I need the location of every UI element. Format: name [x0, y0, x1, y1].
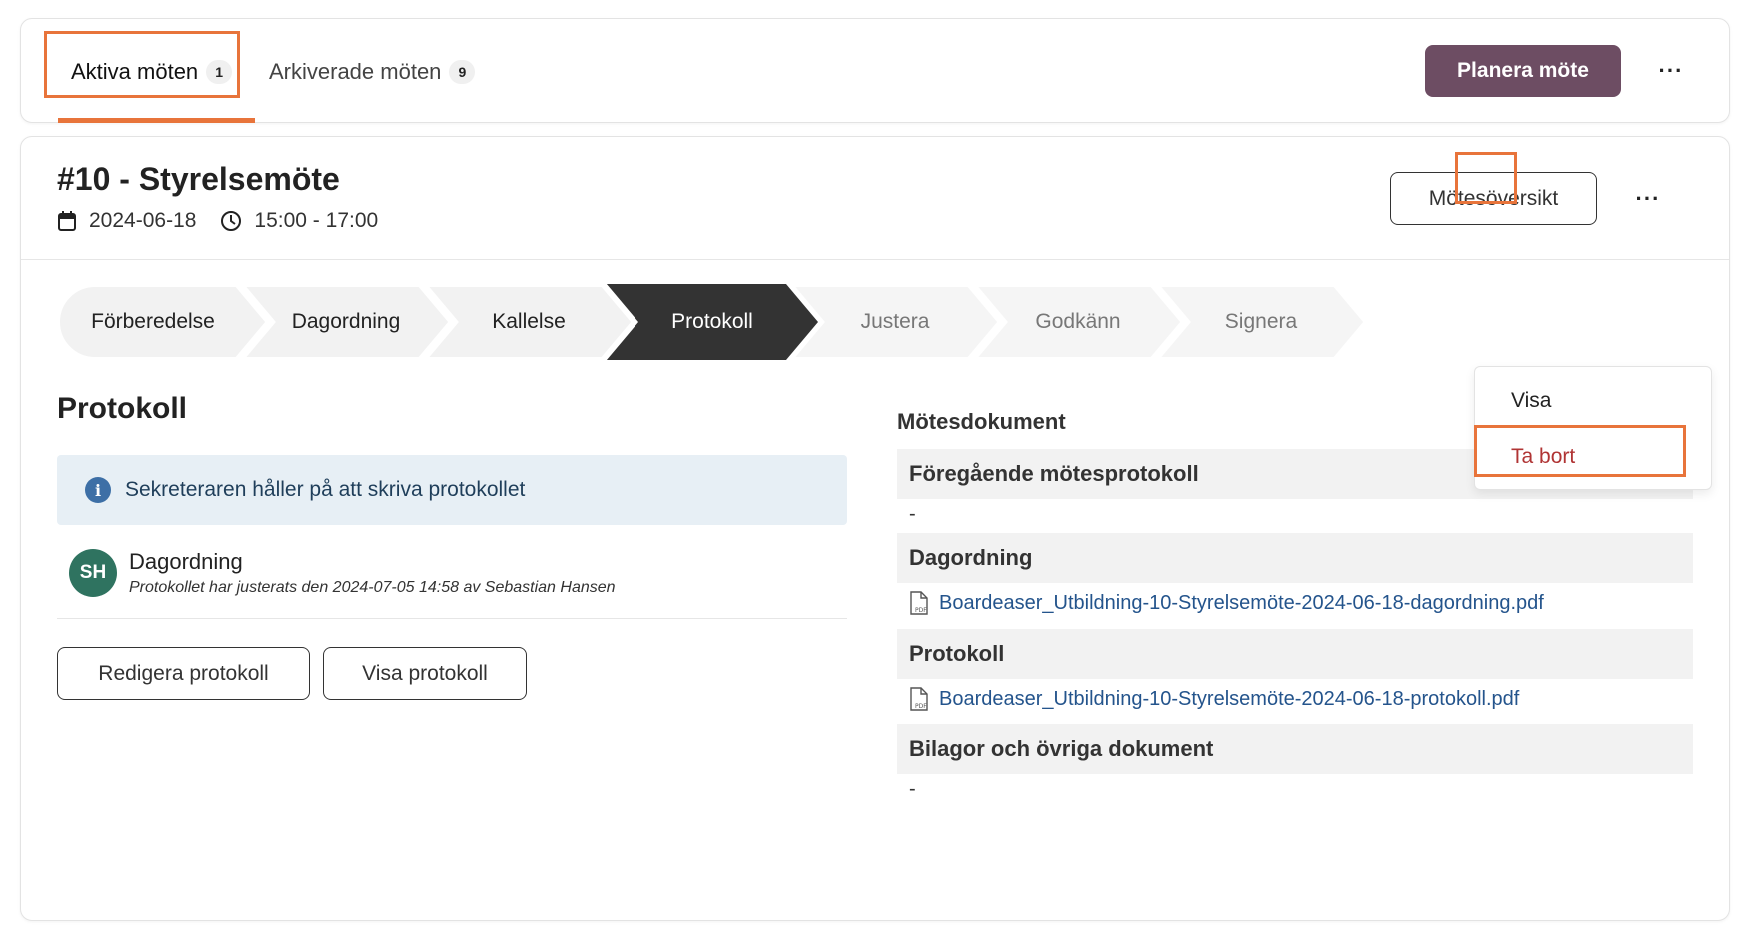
protocol-entry: SH Dagordning Protokollet har justerats …: [57, 541, 847, 619]
edit-protocol-button[interactable]: Redigera protokoll: [57, 647, 310, 700]
info-banner: i Sekreteraren håller på att skriva prot…: [57, 455, 847, 525]
tab-label: Arkiverade möten: [269, 58, 442, 84]
step-label: Signera: [1224, 310, 1298, 333]
step-label: Justera: [860, 310, 930, 333]
clock-icon: [221, 211, 242, 231]
doc-empty: -: [909, 503, 916, 525]
meeting-date: 2024-06-18: [89, 209, 197, 232]
count-badge: 1: [206, 59, 233, 84]
tab-active-meetings[interactable]: Aktiva möten 1: [71, 19, 233, 124]
tab-archived-meetings[interactable]: Arkiverade möten 9: [269, 19, 476, 124]
plan-meeting-button[interactable]: Planera möte: [1425, 45, 1621, 97]
step-justera[interactable]: Justera: [789, 284, 1001, 360]
svg-text:PDF: PDF: [915, 607, 927, 614]
doc-link-protocol[interactable]: PDF Boardeaser_Utbildning-10-Styrelsemöt…: [909, 687, 1519, 711]
doc-link-agenda[interactable]: PDF Boardeaser_Utbildning-10-Styrelsemöt…: [909, 591, 1544, 615]
step-label: Dagordning: [291, 310, 401, 333]
documents-title: Mötesdokument: [897, 409, 1066, 434]
step-kallelse[interactable]: Kallelse: [423, 284, 635, 360]
section-title: Protokoll: [57, 392, 188, 425]
active-tab-indicator: [58, 118, 255, 123]
step-label: Protokoll: [671, 310, 753, 333]
meeting-card: #10 - Styrelsemöte 2024-06-18 15:00 - 17…: [20, 136, 1730, 921]
pdf-file-icon: PDF: [910, 687, 928, 711]
entry-title: Dagordning: [129, 549, 243, 574]
info-icon: i: [85, 477, 111, 503]
pdf-file-icon: PDF: [910, 591, 928, 615]
step-dagordning[interactable]: Dagordning: [240, 284, 452, 360]
entry-subtitle: Protokollet har justerats den 2024-07-05…: [129, 579, 616, 596]
calendar-icon: [58, 211, 76, 231]
menu-item-delete[interactable]: Ta bort: [1475, 431, 1711, 483]
meeting-overview-button[interactable]: Mötesöversikt: [1390, 172, 1597, 225]
more-options-icon[interactable]: ···: [1618, 172, 1678, 225]
step-förberedelse[interactable]: Förberedelse: [57, 284, 269, 360]
doc-group-heading: Dagordning: [897, 533, 1693, 583]
step-label: Kallelse: [492, 310, 566, 333]
step-label: Godkänn: [1035, 310, 1121, 333]
view-protocol-button[interactable]: Visa protokoll: [323, 647, 527, 700]
step-label: Förberedelse: [91, 310, 215, 333]
more-options-icon[interactable]: ···: [1641, 49, 1701, 93]
step-signera[interactable]: Signera: [1155, 284, 1367, 360]
workflow-stepper: Förberedelse Dagordning Kallelse Protokoll J…: [57, 284, 1693, 360]
count-badge: 9: [449, 59, 476, 84]
meeting-title: #10 - Styrelsemöte: [57, 161, 340, 197]
doc-empty: -: [909, 778, 916, 800]
avatar: SH: [69, 549, 117, 597]
step-protokoll[interactable]: Protokoll: [606, 284, 818, 360]
svg-text:PDF: PDF: [915, 703, 927, 710]
divider: [21, 259, 1729, 260]
doc-group-heading: Protokoll: [897, 629, 1693, 679]
doc-link-text[interactable]: Boardeaser_Utbildning-10-Styrelsemöte-20…: [939, 592, 1544, 615]
menu-item-view[interactable]: Visa: [1475, 375, 1711, 427]
meeting-time: 15:00 - 17:00: [254, 209, 379, 232]
tab-label: Aktiva möten: [71, 58, 199, 84]
meeting-meta: 2024-06-18 15:00 - 17:00: [57, 209, 378, 233]
info-text: Sekreteraren håller på att skriva protok…: [125, 478, 526, 501]
doc-group-heading: Bilagor och övriga dokument: [897, 724, 1693, 774]
step-godkänn[interactable]: Godkänn: [972, 284, 1184, 360]
options-dropdown: Visa Ta bort: [1474, 366, 1712, 490]
tab-bar: Aktiva möten 1 Arkiverade möten 9 Planer…: [20, 18, 1730, 123]
doc-link-text[interactable]: Boardeaser_Utbildning-10-Styrelsemöte-20…: [939, 688, 1519, 711]
